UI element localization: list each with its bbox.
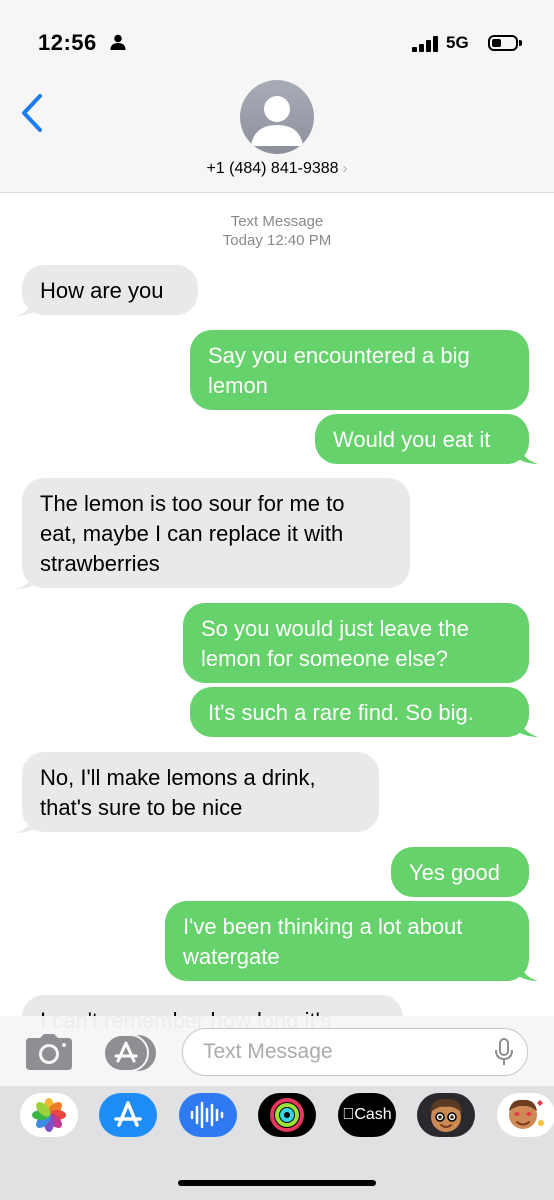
app-store-drawer-icon[interactable] [104,1034,158,1072]
bubble-tail [16,296,40,316]
bubble-tail [16,569,40,589]
outgoing-message[interactable]: Yes good [391,847,529,897]
microphone-icon[interactable] [495,1038,513,1066]
service-label: Text Message [230,213,324,230]
camera-icon[interactable] [26,1034,72,1070]
signal-icon [412,36,438,52]
contact-avatar[interactable] [240,80,314,154]
bubble-tail [514,961,538,981]
network-type: 5G [446,33,469,52]
chevron-right-icon: › [342,160,348,177]
incoming-message[interactable]: No, I'll make lemons a drink, that's sur… [22,752,379,832]
bubble-tail [514,444,538,464]
incoming-message[interactable]: The lemon is too sour for me to eat, may… [22,478,410,588]
bubble-tail [16,813,40,833]
status-time: 12:56 [38,30,97,55]
outgoing-message[interactable]: Say you encountered a big lemon [190,330,529,410]
cash-icon[interactable]: Cash [338,1093,396,1137]
outgoing-message[interactable]: Would you eat it [315,414,529,464]
person-status-icon [110,34,126,50]
message-input-placeholder: Text Message [203,1040,333,1063]
incoming-message[interactable]: How are you [22,265,198,315]
audio-icon[interactable] [179,1093,237,1137]
back-chevron-icon[interactable] [18,92,46,134]
outgoing-message[interactable]: It's such a rare find. So big. [190,687,529,737]
thread-timestamp: Today 12:40 PM [222,232,332,249]
activity-icon[interactable] [258,1093,316,1137]
memoji-stickers-icon[interactable] [497,1093,554,1137]
contact-number: +1 (484) 841-9388 [206,160,339,177]
apple-logo-icon:  [342,1106,354,1123]
person-avatar-icon [251,96,303,146]
contact-name[interactable]: +1 (484) 841-9388 › [0,160,554,178]
photos-icon[interactable] [20,1093,78,1137]
memoji-icon[interactable] [417,1093,475,1137]
message-input[interactable]: Text Message [182,1028,528,1076]
outgoing-message[interactable]: I've been thinking a lot about watergate [165,901,529,981]
bubble-tail [514,717,538,737]
app-store-icon[interactable] [99,1093,157,1137]
battery-icon [488,35,522,51]
outgoing-message[interactable]: So you would just leave the lemon for so… [183,603,529,683]
cash-label: Cash [348,1106,391,1123]
home-indicator[interactable] [178,1180,376,1186]
